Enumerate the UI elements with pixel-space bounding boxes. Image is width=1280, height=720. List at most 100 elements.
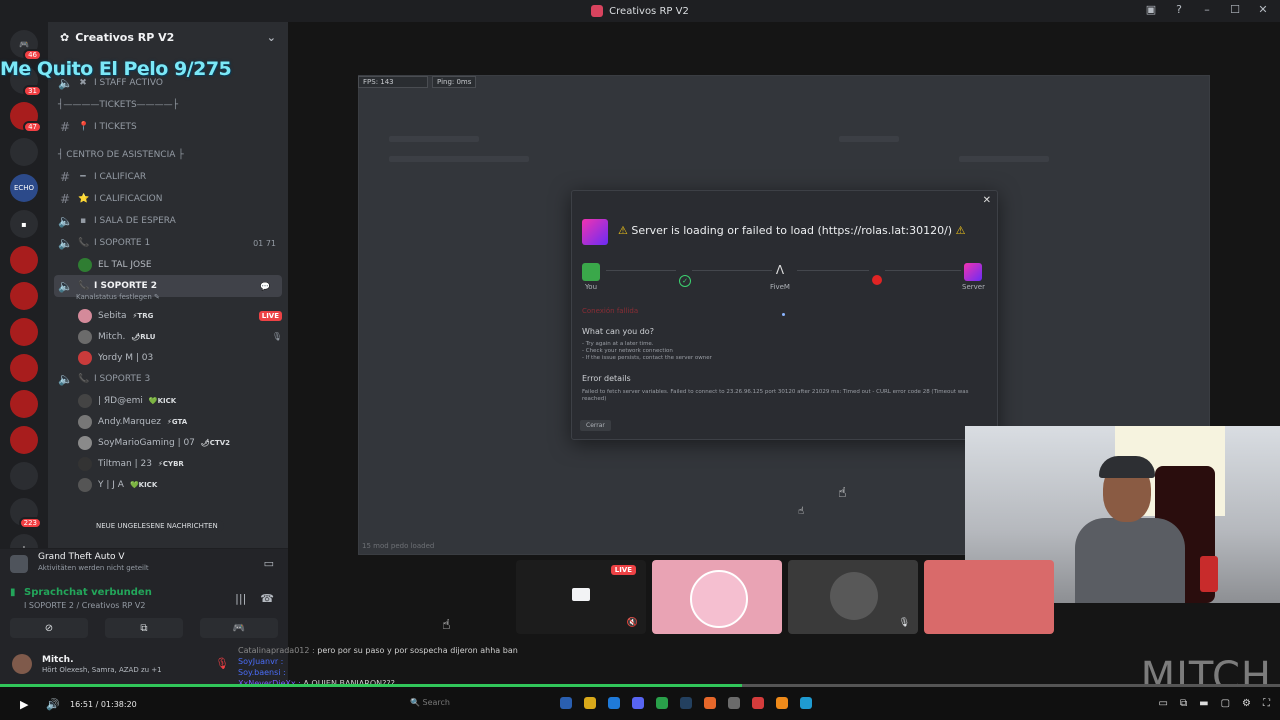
close-modal-button[interactable]: Cerrar <box>580 420 611 431</box>
server-icon[interactable] <box>10 354 38 382</box>
noise-suppression-icon[interactable]: ||| <box>235 592 246 605</box>
voice-user[interactable]: Tiltman | 23 ⚡CYBR <box>48 453 288 474</box>
voice-user[interactable]: Yordy M | 03 <box>48 347 288 368</box>
help-icon[interactable]: ? <box>1172 3 1186 16</box>
new-messages-pill[interactable]: NEUE UNGELESENE NACHRICHTEN <box>90 520 224 532</box>
volume-icon[interactable]: 🔊 <box>46 698 60 711</box>
screen-icon[interactable]: ▣ <box>1144 3 1158 16</box>
settings-gear-icon[interactable]: ⚙ <box>1242 698 1251 709</box>
avatar[interactable] <box>12 654 32 674</box>
speaker-icon: 🔈 <box>58 214 73 228</box>
voice-user[interactable]: Sebita ⚡TRG LIVE <box>48 305 288 326</box>
voice-status[interactable]: Sprachchat verbunden <box>24 587 152 598</box>
user-name[interactable]: Mitch. <box>42 655 74 665</box>
search-label: Search <box>422 698 450 707</box>
node-label: Server <box>962 283 985 291</box>
channel-status[interactable]: Kanalstatus festlegen ✎ <box>48 293 288 305</box>
taskbar-app-icon[interactable] <box>584 697 596 709</box>
badge: 31 <box>23 85 42 97</box>
server-header[interactable]: ✿ Creativos RP V2 ⌄ <box>48 22 288 52</box>
chat-bubble-icon[interactable]: 💬 <box>260 282 270 291</box>
voice-user[interactable]: | ЯD@emi 💚KICK <box>48 390 288 411</box>
stream-tile[interactable]: LIVE 🔇 <box>516 560 646 634</box>
chevron-down-icon[interactable]: ⌄ <box>267 31 276 44</box>
stream-tile[interactable]: 🎙 <box>788 560 918 634</box>
channel-item[interactable]: 🔈 📞 I SOPORTE 3 <box>48 368 288 390</box>
server-icon[interactable] <box>10 246 38 274</box>
mute-mic-icon[interactable]: 🎙 <box>215 657 229 670</box>
channel-item[interactable]: 🔈 ▪ I SALA DE ESPERA <box>48 210 288 232</box>
theater-icon[interactable]: ▬ <box>1199 698 1208 709</box>
mouse-cursor-icon: ☝ <box>838 485 847 501</box>
avatar <box>78 456 92 471</box>
taskbar-app-icon[interactable] <box>680 697 692 709</box>
channel-item[interactable]: # 📍 I TICKETS <box>48 116 288 138</box>
taskbar-search[interactable]: 🔍 Search <box>410 698 450 707</box>
taskbar-app-icon[interactable] <box>776 697 788 709</box>
chat-message: SoyJuanvr : <box>238 656 518 667</box>
server-icon[interactable] <box>10 138 38 166</box>
voice-user[interactable]: Mitch. 🌶RLU 🎙 <box>48 326 288 347</box>
server-icon[interactable]: 223 <box>10 498 42 529</box>
taskbar-app-icon[interactable] <box>752 697 764 709</box>
minimize-button[interactable]: – <box>1200 3 1214 16</box>
game-icon <box>10 555 28 573</box>
what-can-you-do: What can you do? <box>582 327 654 336</box>
screen-share-button[interactable]: ⧉ <box>105 618 183 638</box>
error-details-text: Failed to fetch server variables. Failed… <box>582 389 969 402</box>
voice-user[interactable]: EL TAL JOSE <box>48 254 288 275</box>
close-window-button[interactable]: ✕ <box>1256 3 1270 16</box>
server-icon[interactable] <box>10 426 38 454</box>
fullscreen-icon[interactable]: ⛶ <box>1263 698 1270 709</box>
category-header[interactable]: ┤ CENTRO DE ASISTENCIA ├ <box>48 144 288 166</box>
server-icon[interactable] <box>10 318 38 346</box>
taskbar-app-icon[interactable] <box>728 697 740 709</box>
close-icon[interactable]: ✕ <box>983 195 991 206</box>
channel-item[interactable]: # ⭐ I CALIFICACION <box>48 188 288 210</box>
taskbar-app-icon[interactable] <box>608 697 620 709</box>
speaker-icon: 🔈 <box>58 236 73 250</box>
channel-item[interactable]: 🔈 📞 I SOPORTE 1 01 71 <box>48 232 288 254</box>
server-icon[interactable] <box>10 390 38 418</box>
modal-heading-text: Server is loading or failed to load (htt… <box>631 224 953 237</box>
cast-icon[interactable]: ▢ <box>1221 698 1230 709</box>
channel-emoji: ⭐ <box>78 194 90 204</box>
taskbar-app-icon[interactable] <box>560 697 572 709</box>
taskbar-app-icon[interactable] <box>656 697 668 709</box>
activity-panel: Grand Theft Auto V Aktivitäten werden ni… <box>0 548 288 583</box>
avatar <box>690 570 748 628</box>
disconnect-icon[interactable]: ☎ <box>260 592 274 605</box>
channel-label: I SALA DE ESPERA <box>94 216 176 226</box>
user-count: 01 71 <box>253 238 276 248</box>
activity-button[interactable]: 🎮 <box>200 618 278 638</box>
game-title: Grand Theft Auto V <box>38 552 125 562</box>
voice-user[interactable]: Y | J A 💚KICK <box>48 474 288 495</box>
voice-user[interactable]: SoyMarioGaming | 07 🌶CTV2 <box>48 432 288 453</box>
voice-channel[interactable]: I SOPORTE 2 / Creativos RP V2 <box>24 601 145 610</box>
stream-overlay-counter: Me Quito El Pelo 9/275 <box>0 58 232 80</box>
channel-item[interactable]: # ━ I CALIFICAR <box>48 166 288 188</box>
screen-share-icon[interactable]: ▭ <box>264 557 274 570</box>
modal-heading: ⚠ Server is loading or failed to load (h… <box>618 224 965 237</box>
home-icon[interactable]: 🎮 46 <box>10 30 42 61</box>
server-icon[interactable] <box>10 462 38 490</box>
folder-icon[interactable]: ▪ <box>10 210 38 238</box>
server-icon[interactable] <box>10 282 38 310</box>
server-icon-echo[interactable]: ECHO <box>10 174 38 202</box>
voice-user[interactable]: Andy.Marquez ⚡GTA <box>48 411 288 432</box>
voice-controls: ||| ☎ <box>235 592 274 605</box>
voice-user-name: Y | J A <box>98 479 124 490</box>
category-header[interactable]: ┤————TICKETS————├ <box>48 94 288 116</box>
stream-tile[interactable] <box>924 560 1054 634</box>
camera-button[interactable]: ⊘ <box>10 618 88 638</box>
miniplayer-icon[interactable]: ⧉ <box>1180 698 1187 709</box>
play-icon[interactable]: ▶ <box>20 698 28 711</box>
node-label: You <box>584 283 598 291</box>
server-icon[interactable]: 47 <box>10 102 42 133</box>
taskbar-app-icon[interactable] <box>704 697 716 709</box>
stream-tile[interactable] <box>652 560 782 634</box>
subtitles-icon[interactable]: ▭ <box>1159 698 1168 709</box>
taskbar-app-icon[interactable] <box>800 697 812 709</box>
taskbar-app-icon[interactable] <box>632 697 644 709</box>
maximize-button[interactable]: ☐ <box>1228 3 1242 16</box>
